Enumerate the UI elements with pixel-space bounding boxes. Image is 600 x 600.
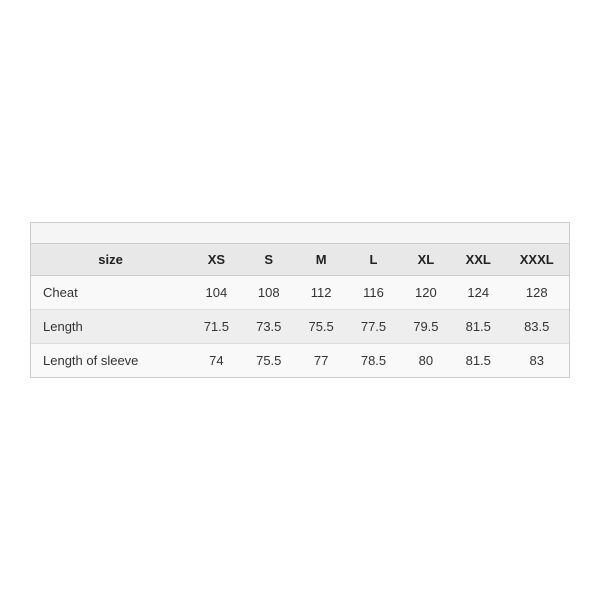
col-header-xxl: XXL xyxy=(452,244,504,276)
cell-r2-c1: 75.5 xyxy=(243,344,295,378)
row-label-2: Length of sleeve xyxy=(31,344,190,378)
table-row: Length of sleeve7475.57778.58081.583 xyxy=(31,344,569,378)
table-body: Cheat104108112116120124128Length71.573.5… xyxy=(31,276,569,378)
cell-r2-c3: 78.5 xyxy=(347,344,399,378)
row-label-0: Cheat xyxy=(31,276,190,310)
table-row: Length71.573.575.577.579.581.583.5 xyxy=(31,310,569,344)
table-header-row: sizeXSSMLXLXXLXXXL xyxy=(31,244,569,276)
cell-r0-c0: 104 xyxy=(190,276,242,310)
cell-r1-c1: 73.5 xyxy=(243,310,295,344)
cell-r2-c4: 80 xyxy=(400,344,452,378)
cell-r1-c5: 81.5 xyxy=(452,310,504,344)
cell-r0-c1: 108 xyxy=(243,276,295,310)
cell-r1-c6: 83.5 xyxy=(504,310,569,344)
col-header-xl: XL xyxy=(400,244,452,276)
chart-title-row xyxy=(31,223,569,244)
cell-r2-c2: 77 xyxy=(295,344,347,378)
row-label-1: Length xyxy=(31,310,190,344)
size-table: sizeXSSMLXLXXLXXXL Cheat1041081121161201… xyxy=(31,244,569,377)
col-header-l: L xyxy=(347,244,399,276)
cell-r0-c6: 128 xyxy=(504,276,569,310)
cell-r0-c2: 112 xyxy=(295,276,347,310)
col-header-xxxl: XXXL xyxy=(504,244,569,276)
col-header-xs: XS xyxy=(190,244,242,276)
col-header-s: S xyxy=(243,244,295,276)
cell-r2-c6: 83 xyxy=(504,344,569,378)
cell-r0-c3: 116 xyxy=(347,276,399,310)
cell-r0-c4: 120 xyxy=(400,276,452,310)
cell-r2-c5: 81.5 xyxy=(452,344,504,378)
size-chart-container: sizeXSSMLXLXXLXXXL Cheat1041081121161201… xyxy=(30,222,570,378)
cell-r1-c2: 75.5 xyxy=(295,310,347,344)
col-header-size: size xyxy=(31,244,190,276)
cell-r1-c0: 71.5 xyxy=(190,310,242,344)
cell-r1-c4: 79.5 xyxy=(400,310,452,344)
cell-r1-c3: 77.5 xyxy=(347,310,399,344)
cell-r0-c5: 124 xyxy=(452,276,504,310)
table-row: Cheat104108112116120124128 xyxy=(31,276,569,310)
cell-r2-c0: 74 xyxy=(190,344,242,378)
col-header-m: M xyxy=(295,244,347,276)
